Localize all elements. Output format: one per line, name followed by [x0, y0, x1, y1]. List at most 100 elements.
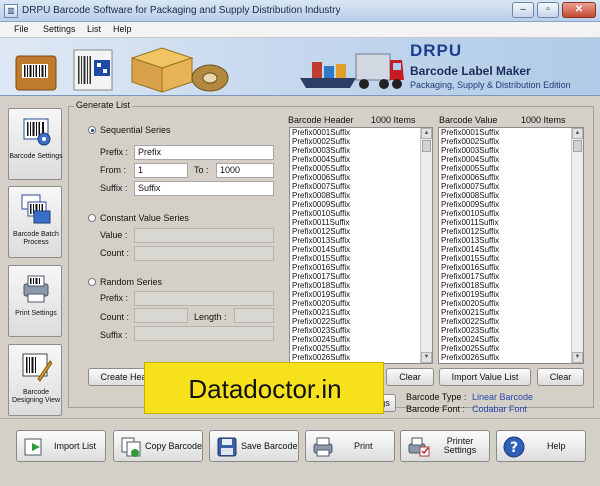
- list-item[interactable]: Prefix0001Suffix: [290, 128, 432, 137]
- list-item[interactable]: Prefix0004Suffix: [290, 155, 432, 164]
- list-item[interactable]: Prefix0022Suffix: [290, 317, 432, 326]
- list-item[interactable]: Prefix0007Suffix: [439, 182, 583, 191]
- maximize-button[interactable]: ▫: [537, 2, 559, 18]
- menu-list[interactable]: List: [87, 24, 101, 34]
- button-label: Printer Settings: [441, 437, 479, 457]
- menu-file[interactable]: File: [14, 24, 29, 34]
- list-item[interactable]: Prefix0009Suffix: [439, 200, 583, 209]
- scroll-up-icon[interactable]: ▲: [421, 128, 432, 139]
- from-input[interactable]: 1: [134, 163, 188, 178]
- list-item[interactable]: Prefix0014Suffix: [290, 245, 432, 254]
- printer-settings-button[interactable]: Printer Settings: [400, 430, 490, 462]
- button-label: Import List: [54, 441, 97, 451]
- length-input[interactable]: [234, 308, 274, 323]
- list-item[interactable]: Prefix0022Suffix: [439, 317, 583, 326]
- list-item[interactable]: Prefix0026Suffix: [290, 353, 432, 362]
- list-item[interactable]: Prefix0016Suffix: [290, 263, 432, 272]
- list-item[interactable]: Prefix0002Suffix: [439, 137, 583, 146]
- list-item[interactable]: Prefix0026Suffix: [439, 353, 583, 362]
- list-item[interactable]: Prefix0025Suffix: [439, 344, 583, 353]
- list-item[interactable]: Prefix0005Suffix: [290, 164, 432, 173]
- list-item[interactable]: Prefix0011Suffix: [290, 218, 432, 227]
- scroll-thumb[interactable]: [573, 140, 582, 152]
- list-item[interactable]: Prefix0021Suffix: [439, 308, 583, 317]
- list-item[interactable]: Prefix0004Suffix: [439, 155, 583, 164]
- sidebar-designing-view[interactable]: Barcode Designing View: [8, 344, 62, 416]
- help-button[interactable]: ? Help: [496, 430, 586, 462]
- save-barcode-button[interactable]: Save Barcode: [209, 430, 299, 462]
- list-item[interactable]: Prefix0010Suffix: [290, 209, 432, 218]
- clear-header-button[interactable]: Clear: [386, 368, 434, 386]
- list-item[interactable]: Prefix0010Suffix: [439, 209, 583, 218]
- list-item[interactable]: Prefix0002Suffix: [290, 137, 432, 146]
- constant-series-radio[interactable]: [88, 214, 96, 222]
- list-item[interactable]: Prefix0017Suffix: [439, 272, 583, 281]
- scroll-thumb[interactable]: [422, 140, 431, 152]
- list-item[interactable]: Prefix0021Suffix: [290, 308, 432, 317]
- list-item[interactable]: Prefix0024Suffix: [290, 335, 432, 344]
- list-item[interactable]: Prefix0006Suffix: [290, 173, 432, 182]
- list-item[interactable]: Prefix0014Suffix: [439, 245, 583, 254]
- button-label: Save Barcode: [241, 441, 298, 451]
- list-item[interactable]: Prefix0013Suffix: [439, 236, 583, 245]
- barcode-value-list[interactable]: Prefix0001Suffix Prefix0002Suffix Prefix00…: [438, 127, 584, 364]
- list-item[interactable]: Prefix0006Suffix: [439, 173, 583, 182]
- list-item[interactable]: Prefix0024Suffix: [439, 335, 583, 344]
- list-item[interactable]: Prefix0003Suffix: [439, 146, 583, 155]
- import-list-button[interactable]: Import List: [16, 430, 106, 462]
- list-item[interactable]: Prefix0013Suffix: [290, 236, 432, 245]
- sidebar-batch-process[interactable]: Barcode Batch Process: [8, 186, 62, 258]
- copy-barcode-button[interactable]: Copy Barcode: [113, 430, 203, 462]
- barcode-type-label: Barcode Type :: [406, 392, 467, 402]
- list-item[interactable]: Prefix0016Suffix: [439, 263, 583, 272]
- list-item[interactable]: Prefix0018Suffix: [439, 281, 583, 290]
- clear-value-button[interactable]: Clear: [537, 368, 584, 386]
- constant-count-input[interactable]: [134, 246, 274, 261]
- scroll-down-icon[interactable]: ▼: [421, 352, 432, 363]
- list-item[interactable]: Prefix0011Suffix: [439, 218, 583, 227]
- list-item[interactable]: Prefix0009Suffix: [290, 200, 432, 209]
- list-item[interactable]: Prefix0023Suffix: [439, 326, 583, 335]
- prefix-input[interactable]: Prefix: [134, 145, 274, 160]
- list-item[interactable]: Prefix0020Suffix: [290, 299, 432, 308]
- sequential-series-radio[interactable]: [88, 126, 96, 134]
- sidebar-barcode-settings[interactable]: Barcode Settings: [8, 108, 63, 180]
- to-input[interactable]: 1000: [216, 163, 274, 178]
- list-item[interactable]: Prefix0008Suffix: [290, 191, 432, 200]
- barcode-header-list[interactable]: Prefix0001Suffix Prefix0002Suffix Prefix00…: [289, 127, 433, 364]
- sidebar-print-settings[interactable]: Print Settings: [8, 265, 62, 337]
- list-item[interactable]: Prefix0008Suffix: [439, 191, 583, 200]
- list-item[interactable]: Prefix0005Suffix: [439, 164, 583, 173]
- random-series-radio[interactable]: [88, 278, 96, 286]
- list-item[interactable]: Prefix0015Suffix: [439, 254, 583, 263]
- import-value-list-button[interactable]: Import Value List: [439, 368, 531, 386]
- menu-help[interactable]: Help: [113, 24, 132, 34]
- list-item[interactable]: Prefix0019Suffix: [439, 290, 583, 299]
- batch-process-icon: [21, 194, 51, 224]
- close-button[interactable]: ✕: [562, 2, 596, 18]
- header-list-scrollbar[interactable]: ▲ ▼: [420, 128, 432, 363]
- menu-settings[interactable]: Settings: [43, 24, 76, 34]
- list-item[interactable]: Prefix0015Suffix: [290, 254, 432, 263]
- list-item[interactable]: Prefix0020Suffix: [439, 299, 583, 308]
- list-item[interactable]: Prefix0007Suffix: [290, 182, 432, 191]
- list-item[interactable]: Prefix0001Suffix: [439, 128, 583, 137]
- list-item[interactable]: Prefix0023Suffix: [290, 326, 432, 335]
- list-item[interactable]: Prefix0019Suffix: [290, 290, 432, 299]
- list-item[interactable]: Prefix0012Suffix: [439, 227, 583, 236]
- random-prefix-input[interactable]: [134, 291, 274, 306]
- list-item[interactable]: Prefix0018Suffix: [290, 281, 432, 290]
- list-item[interactable]: Prefix0017Suffix: [290, 272, 432, 281]
- random-suffix-input[interactable]: [134, 326, 274, 341]
- scroll-down-icon[interactable]: ▼: [572, 352, 583, 363]
- minimize-button[interactable]: –: [512, 2, 534, 18]
- value-list-scrollbar[interactable]: ▲ ▼: [571, 128, 583, 363]
- list-item[interactable]: Prefix0012Suffix: [290, 227, 432, 236]
- list-item[interactable]: Prefix0003Suffix: [290, 146, 432, 155]
- list-item[interactable]: Prefix0025Suffix: [290, 344, 432, 353]
- suffix-input[interactable]: Suffix: [134, 181, 274, 196]
- print-button[interactable]: Print: [305, 430, 395, 462]
- constant-value-input[interactable]: [134, 228, 274, 243]
- random-count-input[interactable]: [134, 308, 188, 323]
- scroll-up-icon[interactable]: ▲: [572, 128, 583, 139]
